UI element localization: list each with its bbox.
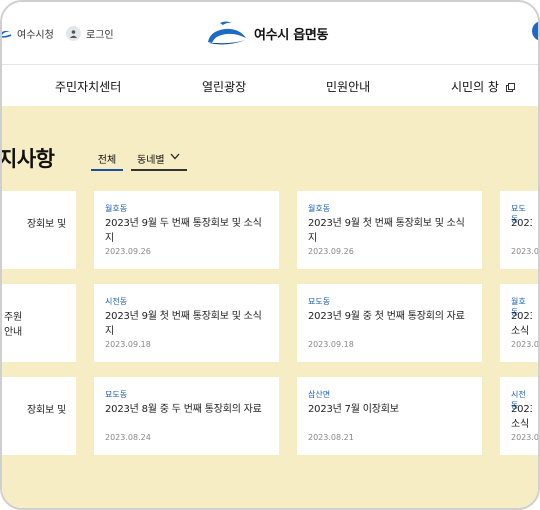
card-title: 2023년 9월 첫 번째 통장회보 및 소식지 — [308, 218, 465, 244]
card-category: 월호동 — [511, 297, 526, 317]
external-link-icon — [505, 83, 515, 92]
login-label: 로그인 — [86, 30, 114, 41]
card-category: 삼산면 — [308, 390, 331, 399]
notice-card[interactable]: 장회보 및 — [2, 191, 76, 269]
card-category: 월호동 — [105, 204, 128, 213]
card-date: 2023.08.24 — [105, 433, 151, 442]
card-category: 시전동 — [105, 297, 128, 306]
notice-card[interactable]: 묘도동 2023 2023.0 — [500, 191, 539, 269]
chevron-down-icon — [170, 153, 180, 160]
notice-card[interactable]: 장회보 및 — [2, 377, 76, 455]
card-category: 묘도동 — [511, 204, 526, 224]
city-hall-link[interactable]: 여수시청 — [2, 26, 54, 41]
logo-mark-icon — [208, 21, 246, 45]
card-title: 주원 안내 — [4, 312, 22, 338]
nav-item-label: 시민의 창 — [451, 80, 499, 94]
menu-button[interactable] — [532, 21, 538, 41]
card-title: 2023년 9월 중 첫 번째 통장회의 자료 — [308, 311, 465, 322]
nav-item-citizen-window[interactable]: 시민의 창 — [451, 78, 515, 95]
card-date: 2023.09.18 — [308, 340, 354, 349]
nav-item-civil-service[interactable]: 민원안내 — [326, 78, 370, 95]
nav-item-open-square[interactable]: 열린광장 — [202, 78, 246, 95]
card-date: 2023.0 — [511, 340, 539, 349]
notice-card[interactable]: 시전동 2023 소식지 2023.0 — [500, 377, 539, 455]
page-title: 지사항 — [0, 147, 55, 171]
browser-frame: 여수시청 로그인 여수시 읍면동 주민자치센터 열린광장 민원안내 시민의 창 … — [0, 0, 540, 510]
city-hall-label: 여수시청 — [17, 30, 54, 41]
card-date: 2023.09.26 — [308, 247, 354, 256]
notice-card[interactable]: 월호동 2023년 9월 두 번째 통장회보 및 소식지 2023.09.26 — [94, 191, 279, 269]
city-logo-icon — [2, 30, 12, 38]
card-title: 2023 — [511, 218, 532, 229]
main-nav: 주민자치센터 열린광장 민원안내 시민의 창 — [2, 64, 538, 106]
notice-card[interactable]: 묘도동 2023년 9월 중 첫 번째 통장회의 자료 2023.09.18 — [297, 284, 482, 362]
person-icon — [66, 26, 81, 41]
card-date: 2023.08.21 — [308, 433, 354, 442]
tab-by-neighborhood[interactable]: 동네별 — [131, 151, 187, 171]
card-date: 2023.0 — [511, 247, 539, 256]
card-category: 시전동 — [511, 390, 526, 410]
card-title: 2023년 7월 이장회보 — [308, 404, 399, 415]
top-utility-bar: 여수시청 로그인 여수시 읍면동 — [2, 2, 538, 64]
tab-all[interactable]: 전체 — [91, 151, 123, 171]
card-category: 월호동 — [308, 204, 331, 213]
site-logo[interactable]: 여수시 읍면동 — [206, 20, 328, 46]
nav-item-community-center[interactable]: 주민자치센터 — [55, 78, 121, 95]
card-date: 2023.0 — [511, 433, 539, 442]
notice-card[interactable]: 월호동 2023년 9월 첫 번째 통장회보 및 소식지 2023.09.26 — [297, 191, 482, 269]
notice-card[interactable]: 묘도동 2023년 8월 중 두 번째 통장회의 자료 2023.08.24 — [94, 377, 279, 455]
card-title: 2023 소식지 — [511, 404, 532, 430]
card-category: 묘도동 — [308, 297, 331, 306]
notice-card[interactable]: 시전동 2023년 9월 첫 번째 통장회보 및 소식지 2023.09.18 — [94, 284, 279, 362]
card-title: 2023년 8월 중 두 번째 통장회의 자료 — [105, 404, 262, 415]
card-title: 2023 소식지 — [511, 311, 532, 337]
card-title: 장회보 및 — [27, 405, 66, 416]
notice-card[interactable]: 삼산면 2023년 7월 이장회보 2023.08.21 — [297, 377, 482, 455]
login-link[interactable]: 로그인 — [66, 26, 114, 41]
notice-card[interactable]: 월호동 2023 소식지 2023.0 — [500, 284, 539, 362]
logo-text: 여수시 읍면동 — [254, 27, 329, 43]
card-date: 2023.09.26 — [105, 247, 151, 256]
card-category: 묘도동 — [105, 390, 128, 399]
card-date: 2023.09.18 — [105, 340, 151, 349]
card-title: 2023년 9월 첫 번째 통장회보 및 소식지 — [105, 311, 262, 337]
notice-card[interactable]: 주원 안내 — [2, 284, 76, 362]
tab-by-neighborhood-label: 동네별 — [137, 155, 165, 166]
card-title: 2023년 9월 두 번째 통장회보 및 소식지 — [105, 218, 262, 244]
card-title: 장회보 및 — [27, 219, 66, 230]
